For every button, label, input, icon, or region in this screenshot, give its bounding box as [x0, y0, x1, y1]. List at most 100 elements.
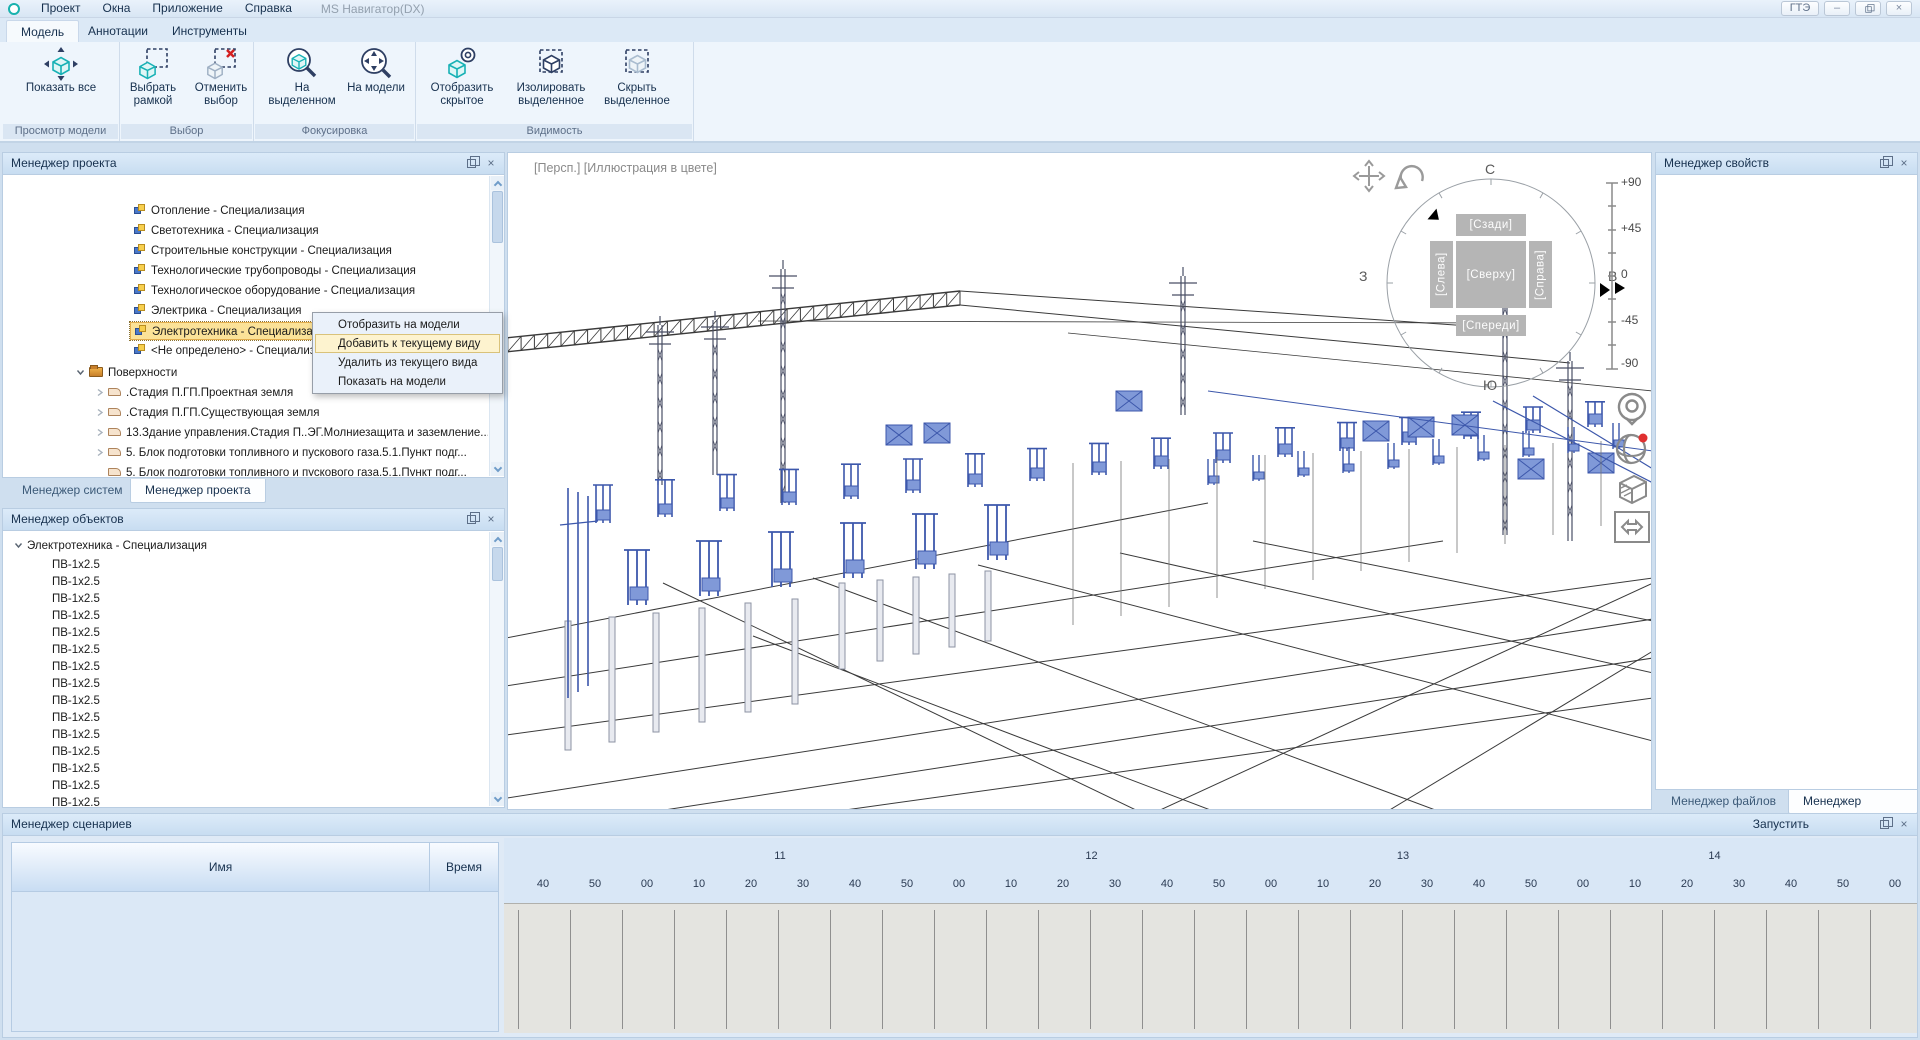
- column-name[interactable]: Имя: [12, 843, 430, 891]
- restore-button[interactable]: [1855, 1, 1881, 16]
- tree-item[interactable]: 5. Блок подготовки топливного и пусковог…: [96, 464, 467, 476]
- run-button[interactable]: Запустить: [1753, 817, 1809, 831]
- timeline-header[interactable]: 4050001020304050001020304050001020304050…: [504, 838, 1917, 903]
- chevron-right-icon[interactable]: [96, 404, 104, 422]
- tree-item[interactable]: .Стадия П.ГП.Существующая земля: [96, 404, 319, 422]
- tree-item[interactable]: Отопление - Специализация: [134, 202, 305, 220]
- list-item[interactable]: ПВ-1х2.5: [52, 608, 100, 625]
- list-item[interactable]: ПВ-1х2.5: [52, 778, 100, 795]
- orbit-sphere-icon[interactable]: [1612, 429, 1652, 467]
- list-item[interactable]: ПВ-1х2.5: [52, 574, 100, 591]
- tab-Инструменты[interactable]: Инструменты: [158, 20, 261, 42]
- elevation-scale[interactable]: [1600, 173, 1620, 378]
- close-button[interactable]: ×: [1886, 1, 1912, 16]
- menu-item-Окна[interactable]: Окна: [92, 0, 142, 18]
- compass-west[interactable]: З: [1359, 268, 1367, 284]
- list-item[interactable]: ПВ-1х2.5: [52, 795, 100, 806]
- list-item[interactable]: ПВ-1х2.5: [52, 591, 100, 608]
- compass-face-front[interactable]: [Спереди]: [1456, 315, 1526, 336]
- chevron-right-icon[interactable]: [96, 444, 104, 462]
- app-logo-icon: [8, 3, 20, 15]
- list-item[interactable]: ПВ-1х2.5: [52, 761, 100, 778]
- objects-list-scrollbar[interactable]: [489, 532, 504, 806]
- compass-face-back[interactable]: [Сзади]: [1456, 214, 1526, 236]
- list-item[interactable]: ПВ-1х2.5: [52, 557, 100, 574]
- compass-south[interactable]: Ю: [1483, 377, 1497, 393]
- scenario-table-body[interactable]: [11, 892, 499, 1032]
- tab-Менеджер проекта[interactable]: Менеджер проекта: [130, 479, 266, 503]
- close-panel-icon[interactable]: ×: [1897, 157, 1911, 171]
- pan-horizontal-icon[interactable]: [1612, 509, 1652, 545]
- context-menu-item-Показать на модели[interactable]: Показать на модели: [315, 372, 500, 391]
- model-viewport[interactable]: [Персп.] [Иллюстрация в цвете] С Ю З В […: [507, 152, 1652, 810]
- tree-item[interactable]: Светотехника - Специализация: [134, 222, 319, 240]
- context-menu-item-Добавить к текущему виду[interactable]: Добавить к текущему виду: [315, 334, 500, 353]
- tree-item[interactable]: <Не определено> - Специализация: [134, 342, 341, 360]
- tree-item[interactable]: Строительные конструкции - Специализация: [134, 242, 392, 260]
- compass-face-left[interactable]: [Слева]: [1430, 241, 1453, 308]
- list-item[interactable]: ПВ-1х2.5: [52, 693, 100, 710]
- isometric-cube-icon[interactable]: [1612, 469, 1652, 507]
- ribbon-button-На модели[interactable]: На модели: [333, 45, 419, 95]
- tree-item[interactable]: Технологическое оборудование - Специализ…: [134, 282, 415, 300]
- list-item[interactable]: ПВ-1х2.5: [52, 676, 100, 693]
- profile-button[interactable]: ГТЭ: [1781, 1, 1819, 16]
- compass-north[interactable]: С: [1485, 161, 1495, 177]
- ribbon-group-label: Выбор: [121, 124, 252, 139]
- timeline-minute-label: 10: [1005, 878, 1017, 890]
- objects-root-item[interactable]: Электротехника - Специализация: [14, 537, 207, 555]
- tab-Менеджер файлов[interactable]: Менеджер файлов: [1657, 790, 1790, 814]
- list-item[interactable]: ПВ-1х2.5: [52, 659, 100, 676]
- ribbon-button-Скрыть выделенное[interactable]: Скрыть выделенное: [594, 45, 680, 108]
- menu-item-Справка[interactable]: Справка: [234, 0, 303, 18]
- tree-item[interactable]: Электрика - Специализация: [134, 302, 302, 320]
- tree-item-surfaces[interactable]: Поверхности: [76, 364, 177, 382]
- specialization-icon: [134, 304, 146, 315]
- list-item[interactable]: ПВ-1х2.5: [52, 625, 100, 642]
- context-menu: Отобразить на моделиДобавить к текущему …: [312, 312, 503, 394]
- tree-item[interactable]: .Стадия П.ГП.Проектная земля: [96, 384, 293, 402]
- list-item[interactable]: ПВ-1х2.5: [52, 744, 100, 761]
- tree-item[interactable]: Технологические трубопроводы - Специализ…: [134, 262, 416, 280]
- ribbon-button-Отменить выбор[interactable]: Отменить выбор: [178, 45, 264, 108]
- ribbon-button-Изолировать выделенное[interactable]: Изолировать выделенное: [508, 45, 594, 108]
- tab-Аннотации[interactable]: Аннотации: [74, 20, 162, 42]
- float-panel-icon[interactable]: [464, 513, 478, 527]
- look-around-icon[interactable]: [1614, 391, 1650, 427]
- tab-Модель[interactable]: Модель: [6, 20, 79, 42]
- cancel-select-icon: [204, 47, 238, 81]
- timeline-gridline: [1558, 910, 1559, 1029]
- float-panel-icon[interactable]: [464, 157, 478, 171]
- tree-item[interactable]: 5. Блок подготовки топливного и пусковог…: [96, 444, 467, 462]
- float-panel-icon[interactable]: [1877, 157, 1891, 171]
- ribbon-button-Показать все[interactable]: Показать все: [18, 45, 104, 95]
- timeline-gridline: [934, 910, 935, 1029]
- column-time[interactable]: Время: [430, 843, 498, 891]
- tab-Менеджер систем[interactable]: Менеджер систем: [8, 479, 137, 503]
- menu-item-Проект[interactable]: Проект: [30, 0, 92, 18]
- compass-face-top[interactable]: [Сверху]: [1456, 241, 1526, 308]
- float-panel-icon[interactable]: [1877, 818, 1891, 832]
- minimize-button[interactable]: –: [1824, 1, 1850, 16]
- context-menu-item-Удалить из текущего вида[interactable]: Удалить из текущего вида: [315, 353, 500, 372]
- list-item[interactable]: ПВ-1х2.5: [52, 710, 100, 727]
- chevron-right-icon[interactable]: [96, 384, 104, 402]
- surface-icon: [108, 408, 121, 416]
- close-panel-icon[interactable]: ×: [484, 157, 498, 171]
- timeline-gridline: [726, 910, 727, 1029]
- hide-selected-icon: [620, 47, 654, 81]
- tree-item[interactable]: 13.Здание управления.Стадия П..ЭГ.Молние…: [96, 424, 488, 442]
- compass-face-right[interactable]: [Справа]: [1529, 241, 1552, 308]
- close-panel-icon[interactable]: ×: [484, 513, 498, 527]
- chevron-down-icon[interactable]: [14, 537, 23, 555]
- chevron-down-icon[interactable]: [76, 364, 85, 382]
- context-menu-item-Отобразить на модели[interactable]: Отобразить на модели: [315, 315, 500, 334]
- close-panel-icon[interactable]: ×: [1897, 818, 1911, 832]
- menu-item-Приложение[interactable]: Приложение: [141, 0, 233, 18]
- ribbon-button-Отобразить скрытое[interactable]: Отобразить скрытое: [419, 45, 505, 108]
- tab-Менеджер свойств[interactable]: Менеджер свойств: [1788, 790, 1918, 814]
- list-item[interactable]: ПВ-1х2.5: [52, 642, 100, 659]
- timeline-track[interactable]: [504, 903, 1917, 1033]
- list-item[interactable]: ПВ-1х2.5: [52, 727, 100, 744]
- chevron-right-icon[interactable]: [96, 424, 104, 442]
